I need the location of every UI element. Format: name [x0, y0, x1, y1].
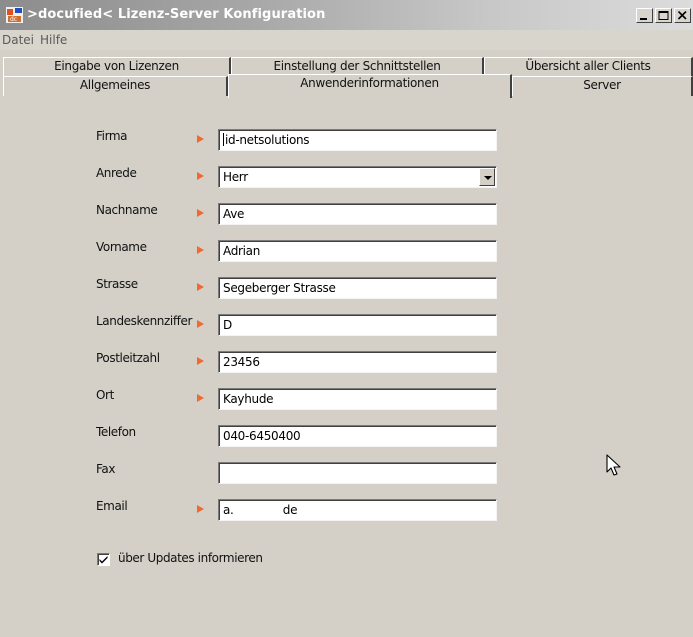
required-marker-icon — [197, 246, 204, 254]
required-marker-icon — [197, 320, 204, 328]
tab-eingabe-von-lizenzen[interactable]: Eingabe von Lizenzen — [3, 57, 231, 76]
tab-allgemeines[interactable]: Allgemeines — [3, 76, 228, 96]
label-fax: Fax — [96, 462, 116, 476]
label-postleitzahl: Postleitzahl — [96, 351, 160, 365]
menu-datei[interactable]: Datei — [2, 33, 34, 47]
minimize-icon[interactable] — [636, 8, 653, 23]
window-title: >docufied< Lizenz-Server Konfiguration — [27, 7, 326, 22]
required-marker-icon — [197, 135, 204, 143]
maximize-icon[interactable] — [655, 8, 672, 23]
menu-bar: Datei Hilfe — [0, 30, 693, 50]
nachname-input[interactable]: Ave — [218, 203, 497, 225]
window-controls — [636, 8, 691, 24]
label-ort: Ort — [96, 388, 114, 402]
label-vorname: Vorname — [96, 240, 147, 254]
label-nachname: Nachname — [96, 203, 158, 217]
checkmark-icon — [99, 556, 108, 564]
required-marker-icon — [197, 172, 204, 180]
fax-input[interactable] — [218, 462, 497, 484]
nachname-value: Ave — [223, 207, 245, 221]
telefon-value: 040-6450400 — [223, 429, 301, 443]
postleitzahl-value: 23456 — [223, 355, 260, 369]
firma-value: id-netsolutions — [225, 133, 310, 147]
updates-checkbox-label[interactable]: über Updates informieren — [118, 551, 263, 565]
label-firma: Firma — [96, 129, 128, 143]
landeskennziffer-value: D — [223, 318, 232, 332]
anrede-value: Herr — [223, 170, 248, 184]
tab-anwenderinformationen[interactable]: Anwenderinformationen — [228, 74, 512, 98]
telefon-input[interactable]: 040-6450400 — [218, 425, 497, 447]
landeskennziffer-input[interactable]: D — [218, 314, 497, 336]
label-anrede: Anrede — [96, 166, 137, 180]
docufied-app-icon: dc — [6, 7, 23, 23]
required-marker-icon — [197, 283, 204, 291]
title-bar: dc >docufied< Lizenz-Server Konfiguratio… — [0, 0, 693, 30]
vorname-input[interactable]: Adrian — [218, 240, 497, 262]
updates-checkbox[interactable] — [97, 553, 110, 566]
required-marker-icon — [197, 505, 204, 513]
text-cursor — [223, 133, 224, 146]
label-email: Email — [96, 499, 128, 513]
firma-input[interactable]: id-netsolutions — [218, 129, 497, 151]
close-icon[interactable] — [674, 8, 691, 23]
required-marker-icon — [197, 394, 204, 402]
ort-value: Kayhude — [223, 392, 274, 406]
chevron-down-icon[interactable] — [479, 168, 495, 186]
email-value: a. de — [223, 503, 298, 517]
label-landeskennziffer: Landeskennziffer — [96, 314, 193, 328]
strasse-input[interactable]: Segeberger Strasse — [218, 277, 497, 299]
email-input[interactable]: a. de — [218, 499, 497, 521]
svg-text:dc: dc — [10, 16, 17, 23]
vorname-value: Adrian — [223, 244, 261, 258]
label-telefon: Telefon — [96, 425, 136, 439]
mouse-pointer-icon — [606, 454, 621, 476]
strasse-value: Segeberger Strasse — [223, 281, 336, 295]
required-marker-icon — [197, 357, 204, 365]
ort-input[interactable]: Kayhude — [218, 388, 497, 410]
label-strasse: Strasse — [96, 277, 138, 291]
tab-uebersicht-aller-clients[interactable]: Übersicht aller Clients — [484, 57, 693, 76]
required-marker-icon — [197, 209, 204, 217]
tab-server[interactable]: Server — [512, 76, 693, 96]
anrede-select[interactable]: Herr — [218, 166, 497, 188]
menu-hilfe[interactable]: Hilfe — [40, 33, 67, 47]
postleitzahl-input[interactable]: 23456 — [218, 351, 497, 373]
